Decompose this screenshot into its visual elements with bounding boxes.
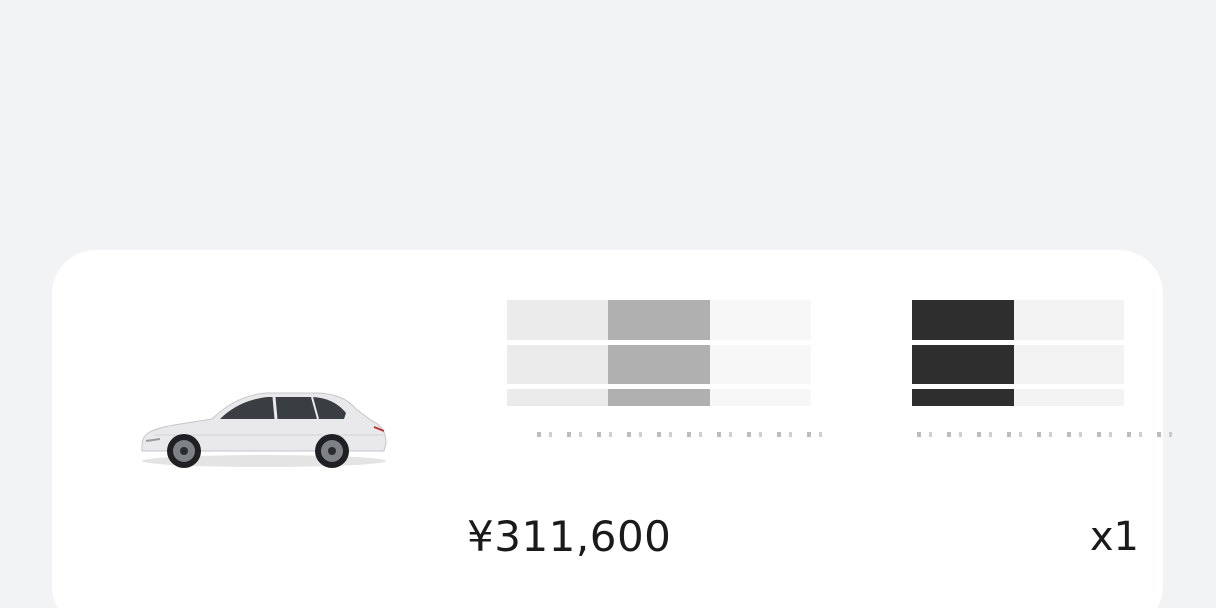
- swatch-divider: [507, 340, 1132, 345]
- swatch: [912, 300, 1014, 406]
- swatch: [507, 300, 608, 406]
- swatch-divider: [507, 384, 1132, 389]
- page: ¥311,600 x1: [0, 0, 1216, 608]
- car-image: [141, 392, 387, 468]
- swatch: [811, 300, 912, 406]
- variant-swatches: [507, 300, 1177, 440]
- blurred-variant-text: [917, 432, 1177, 437]
- swatch: [710, 300, 811, 406]
- blurred-variant-text: [537, 432, 827, 437]
- price-label: ¥311,600: [467, 512, 672, 561]
- order-item-card[interactable]: ¥311,600 x1: [52, 250, 1177, 608]
- quantity-label: x1: [1089, 514, 1139, 560]
- swatch: [1014, 300, 1124, 406]
- swatch: [608, 300, 710, 406]
